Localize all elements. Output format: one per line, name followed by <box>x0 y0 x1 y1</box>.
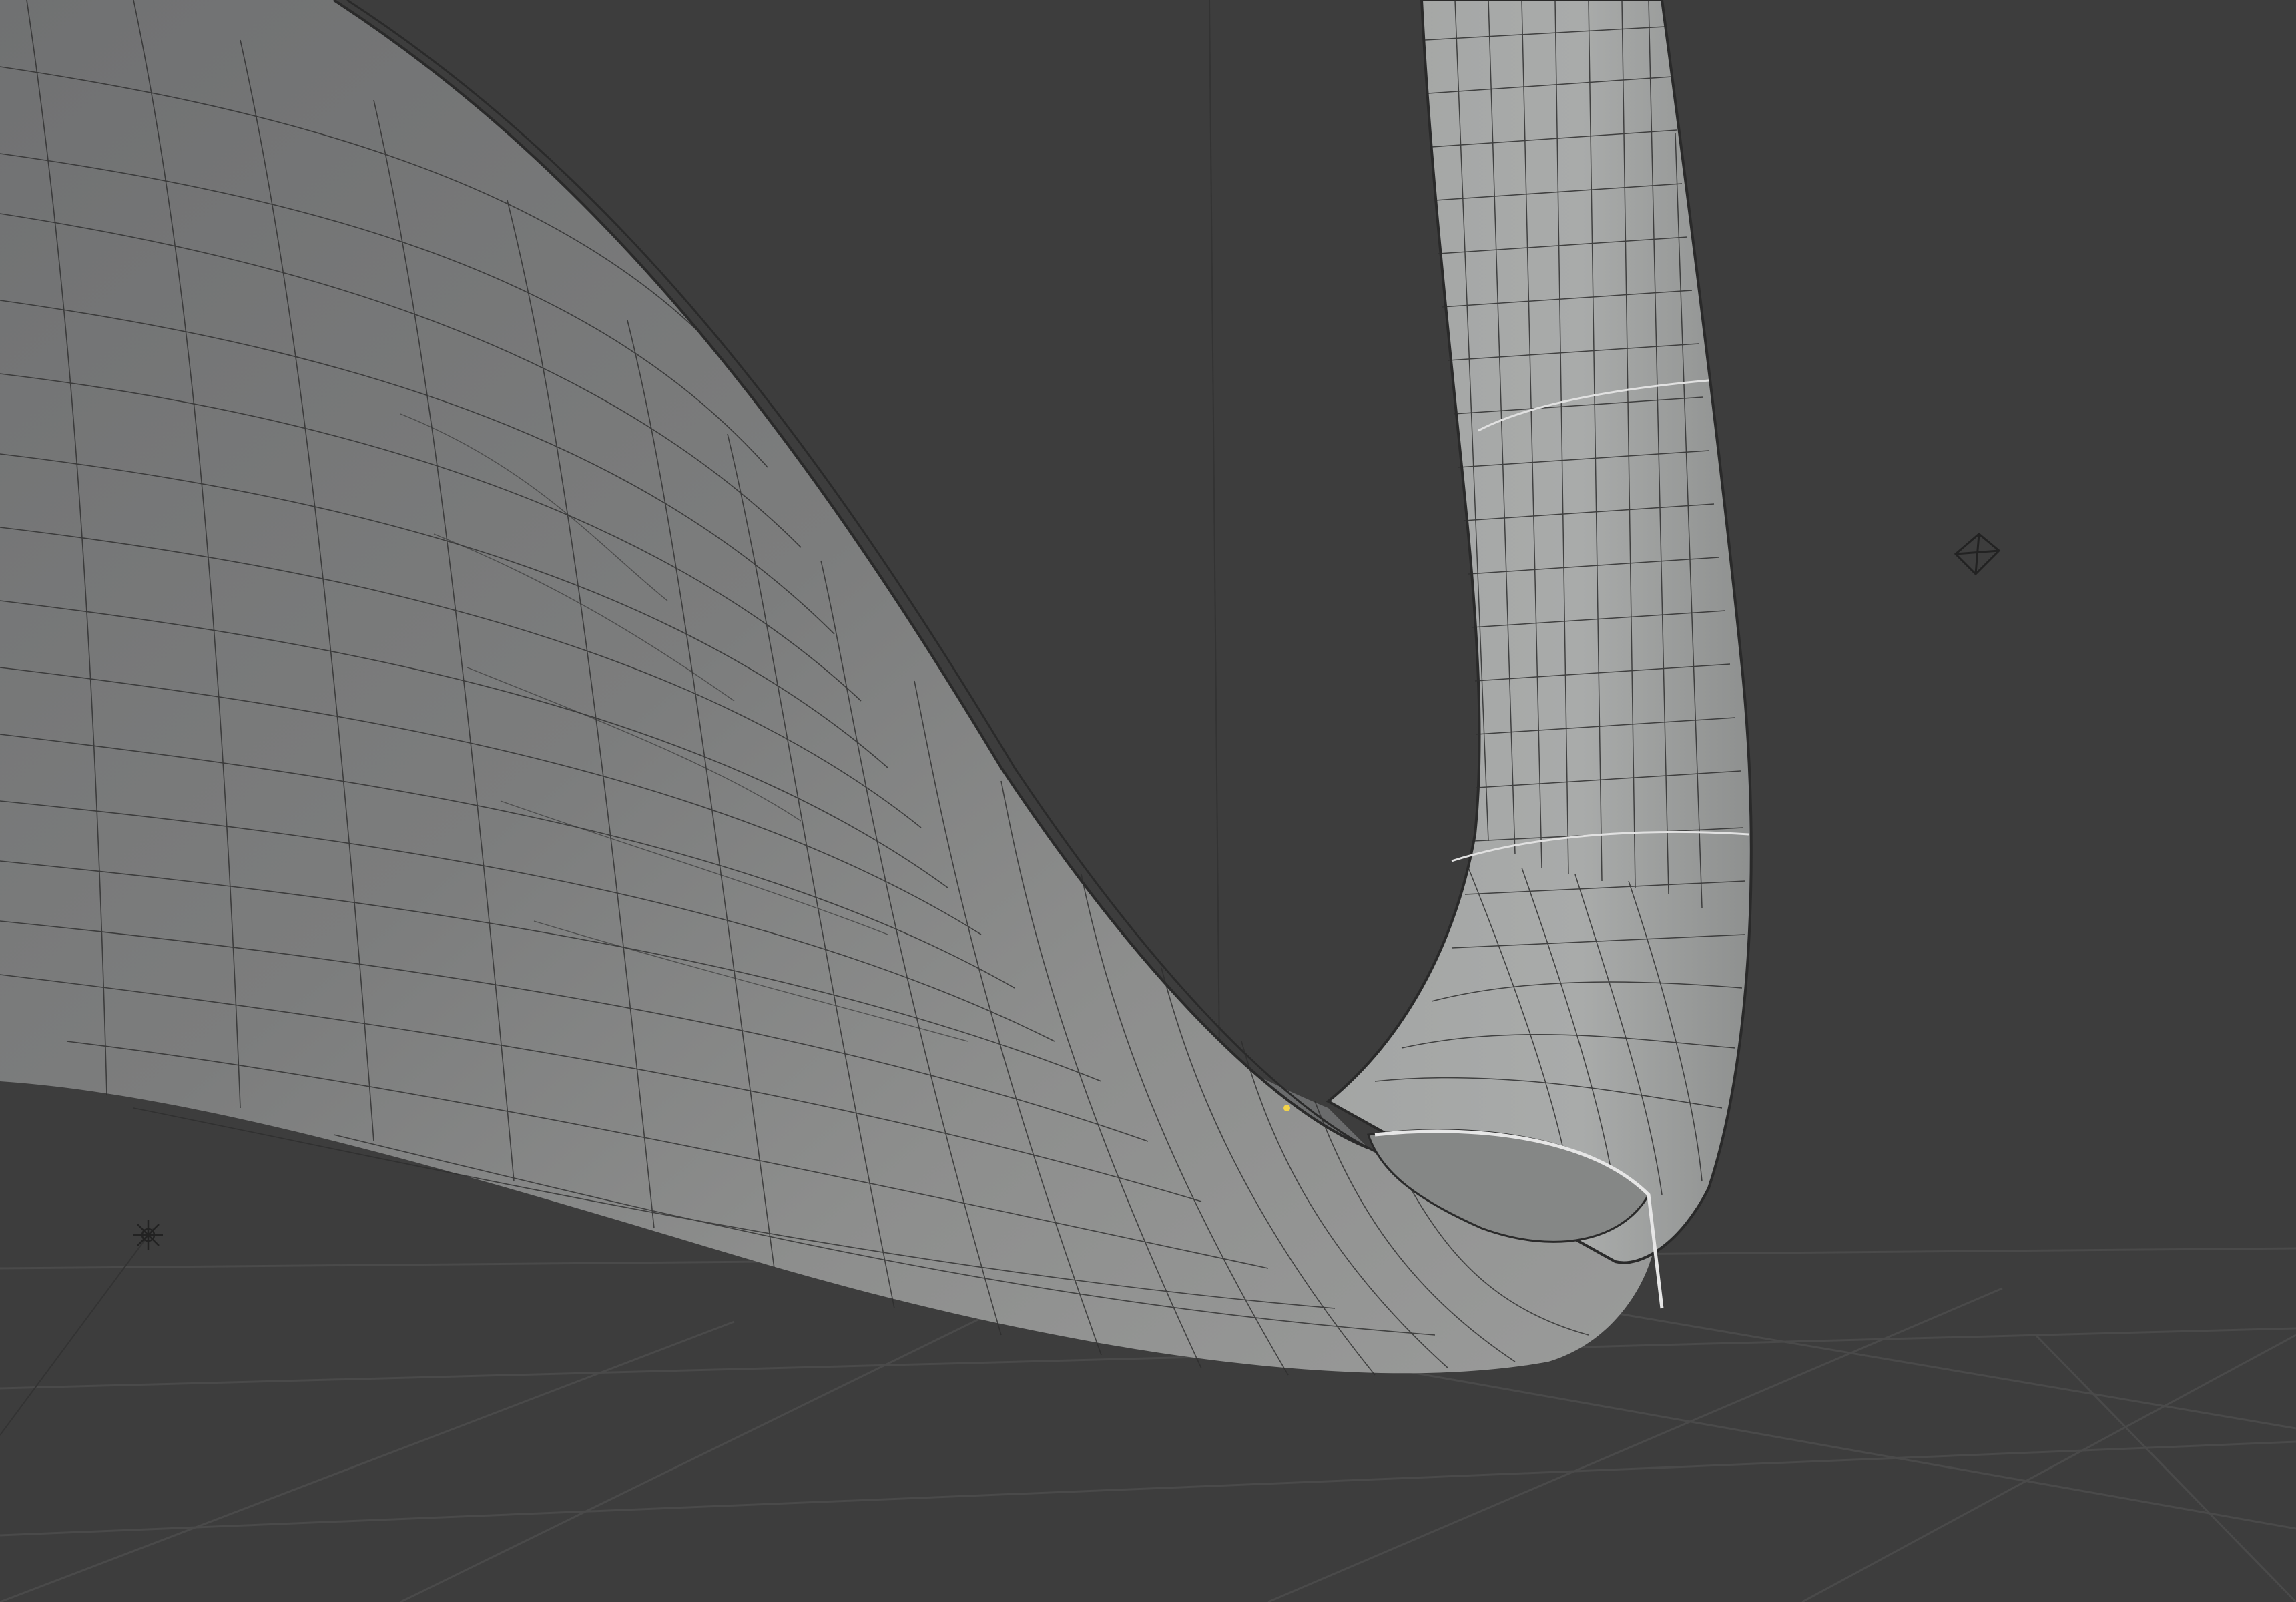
tube-body <box>1326 0 1753 1264</box>
light-gizmo[interactable] <box>133 1220 163 1250</box>
camera-gizmo[interactable] <box>1954 533 2001 576</box>
axis-line <box>0 1228 154 1436</box>
tube-surface[interactable] <box>1326 0 1753 1309</box>
vertex-marker <box>1283 1105 1290 1111</box>
camera-icon <box>1954 533 2001 576</box>
3d-viewport[interactable] <box>0 0 2296 1602</box>
